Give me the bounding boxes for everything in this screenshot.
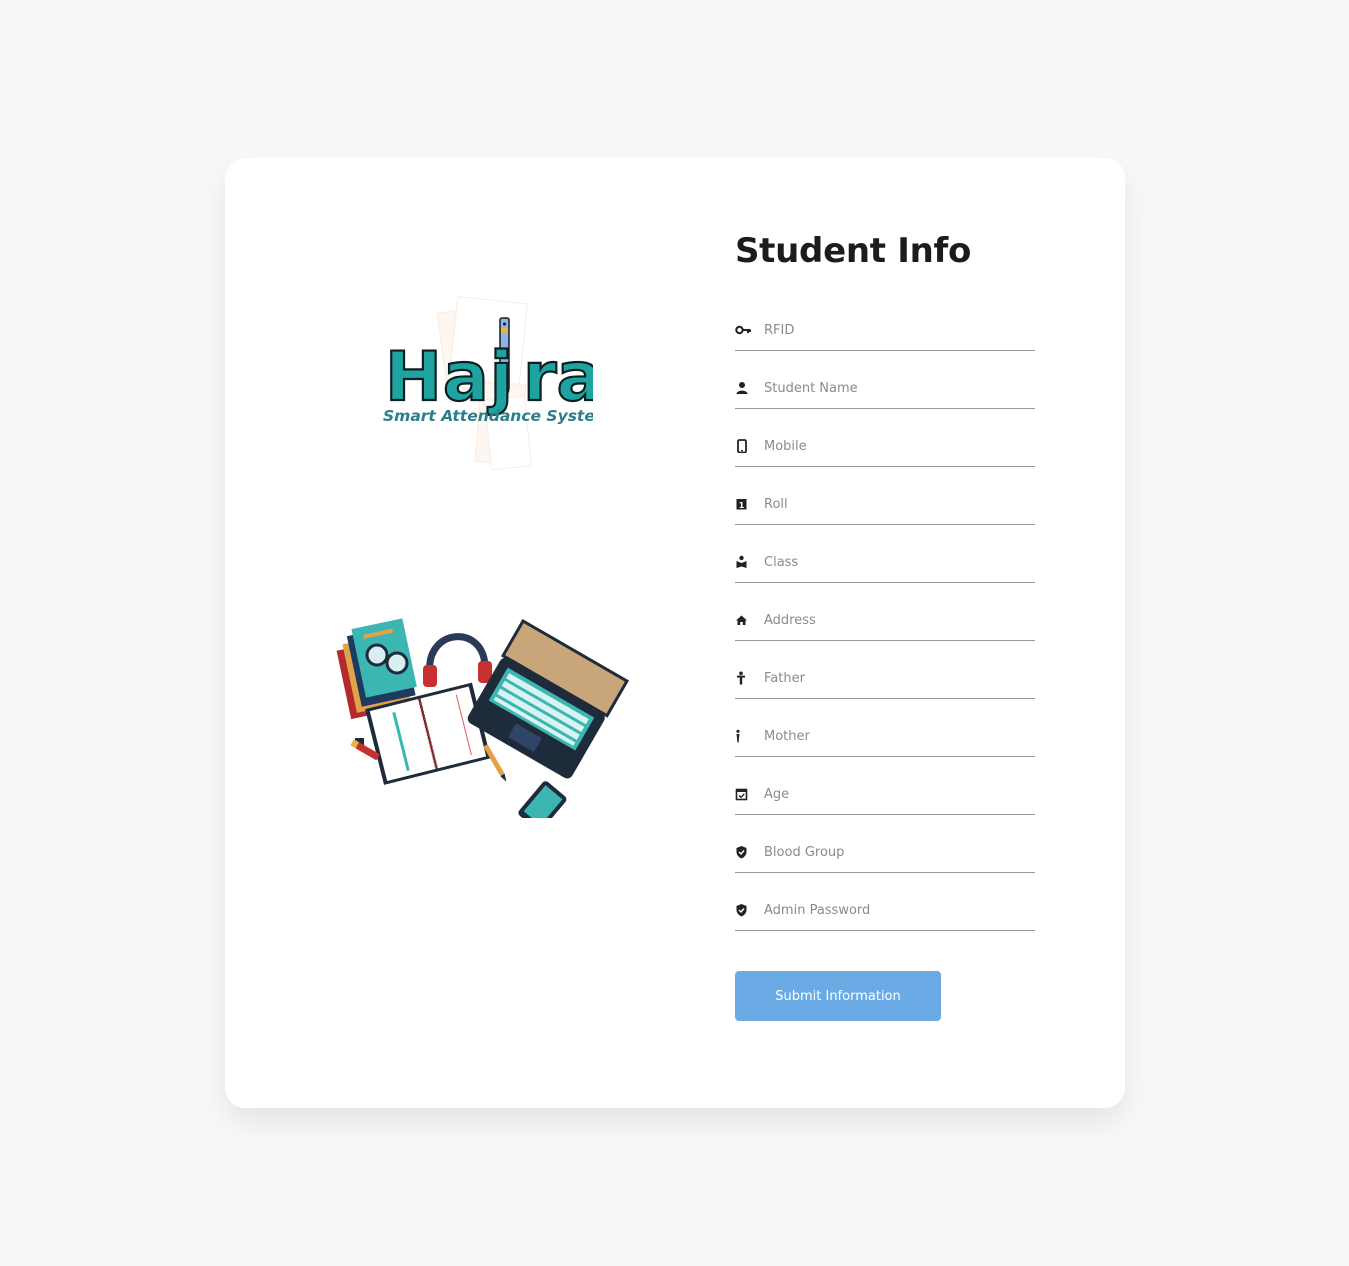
blood-group-input[interactable] (764, 840, 1029, 864)
roll-input[interactable] (764, 492, 1029, 516)
student-form: Student Info 1 (735, 158, 1125, 1108)
mobile-input[interactable] (764, 434, 1029, 458)
rfid-input[interactable] (764, 318, 1029, 342)
admin-password-input[interactable] (764, 898, 1029, 922)
blood-group-field (735, 832, 1035, 873)
male-icon (735, 671, 749, 685)
address-input[interactable] (764, 608, 1029, 632)
class-input[interactable] (764, 550, 1029, 574)
roll-number-icon: 1 (735, 497, 749, 511)
shield-check-icon (735, 903, 749, 917)
book-reader-icon (735, 555, 749, 569)
form-title: Student Info (735, 231, 972, 271)
shield-check-icon (735, 845, 749, 859)
mother-field (735, 716, 1035, 757)
key-icon (735, 323, 751, 337)
father-input[interactable] (764, 666, 1029, 690)
address-field (735, 600, 1035, 641)
user-icon (735, 381, 749, 395)
female-icon (735, 729, 749, 743)
study-desk-illustration (336, 618, 630, 818)
branding-panel: Haj ra Smart Attendance System (225, 158, 735, 1108)
roll-field: 1 (735, 484, 1035, 525)
mobile-icon (735, 439, 749, 453)
svg-text:1: 1 (739, 501, 745, 510)
student-name-field (735, 368, 1035, 409)
submit-information-button[interactable]: Submit Information (735, 971, 941, 1021)
admin-password-field (735, 890, 1035, 931)
home-icon (735, 613, 749, 627)
rfid-field (735, 310, 1035, 351)
svg-text:Smart Attendance System: Smart Attendance System (383, 407, 593, 425)
age-input[interactable] (764, 782, 1029, 806)
age-field (735, 774, 1035, 815)
calendar-check-icon (735, 787, 749, 801)
father-field (735, 658, 1035, 699)
svg-text:Haj: Haj (385, 338, 514, 417)
mobile-field (735, 426, 1035, 467)
svg-text:ra: ra (523, 338, 593, 417)
mother-input[interactable] (764, 724, 1029, 748)
student-info-card: Haj ra Smart Attendance System Student I… (225, 158, 1125, 1108)
class-field (735, 542, 1035, 583)
student-name-input[interactable] (764, 376, 1029, 400)
hajira-logo: Haj ra Smart Attendance System (383, 296, 593, 471)
